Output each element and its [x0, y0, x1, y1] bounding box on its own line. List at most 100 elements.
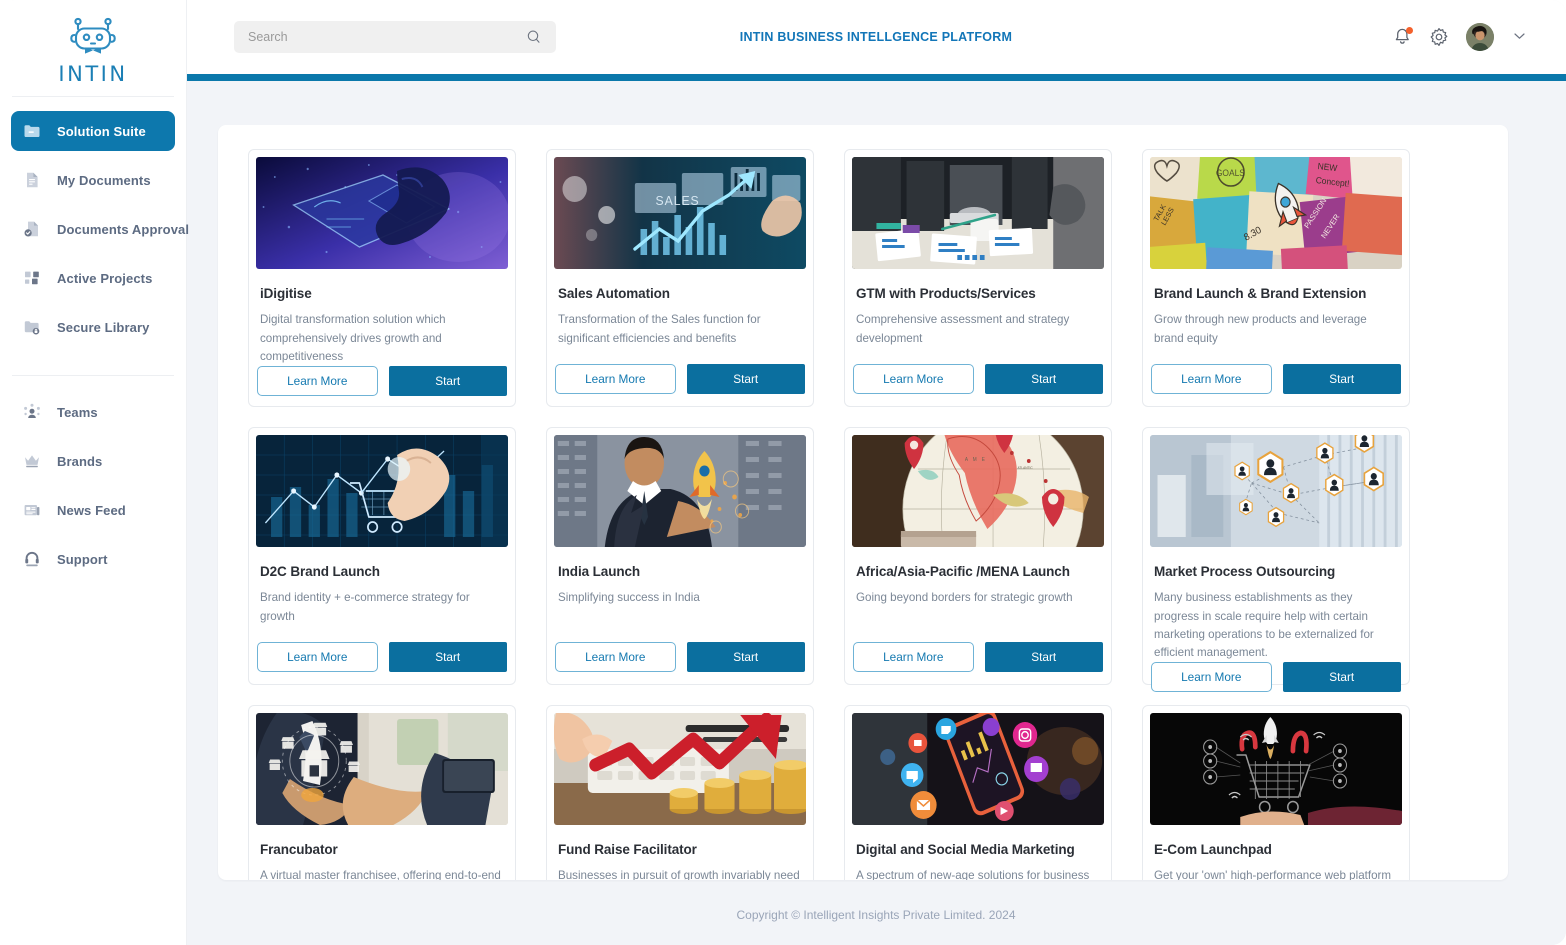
start-button[interactable]: Start — [686, 642, 805, 672]
card-description: Transformation of the Sales function for… — [558, 313, 761, 345]
card-title: Fund Raise Facilitator — [558, 842, 697, 857]
card-description: A virtual master franchisee, offering en… — [260, 869, 501, 880]
sidebar-item-my-documents[interactable]: My Documents — [11, 160, 175, 200]
account-dropdown-button[interactable] — [1513, 28, 1526, 46]
start-button[interactable]: Start — [388, 366, 507, 397]
card-actions: Learn More Start — [256, 642, 508, 684]
card-image-smartphone-social-icons — [852, 713, 1104, 825]
card-title: Africa/Asia-Pacific /MENA Launch — [856, 564, 1070, 579]
avatar[interactable] — [1466, 23, 1494, 51]
sidebar-item-secure-library[interactable]: Secure Library — [11, 307, 175, 347]
card-title: India Launch — [558, 564, 641, 579]
solution-card[interactable]: D2C Brand Launch Brand identity + e-comm… — [248, 427, 516, 685]
sidebar-secondary-nav: Teams Brands News Feed Support — [0, 376, 186, 588]
card-title: iDigitise — [260, 286, 312, 301]
learn-more-button[interactable]: Learn More — [1151, 662, 1272, 693]
top-header: INTIN BUSINESS INTELLGENCE PLATFORM — [186, 0, 1566, 74]
solution-card[interactable]: GOALS NEW Concept! TALK LESS 8.30 PASSIO… — [1142, 149, 1410, 407]
solution-card[interactable]: Francubator A virtual master franchisee,… — [248, 705, 516, 880]
solution-card[interactable]: A M E ATLANTIC Africa/Asia-Pacific /MENA… — [844, 427, 1112, 685]
card-description: Brand identity + e-commerce strategy for… — [260, 591, 470, 623]
solutions-panel: iDigitise Digital transformation solutio… — [218, 125, 1508, 880]
solution-card[interactable]: E-Com Launchpad Get your 'own' high-perf… — [1142, 705, 1410, 880]
start-button[interactable]: Start — [1282, 662, 1401, 693]
card-title: D2C Brand Launch — [260, 564, 380, 579]
headset-icon — [23, 550, 41, 568]
start-button[interactable]: Start — [1282, 364, 1401, 394]
sidebar: INTIN Solution Suite My Documents Docume… — [0, 0, 189, 945]
content-region: iDigitise Digital transformation solutio… — [186, 81, 1566, 945]
sidebar-item-label: Solution Suite — [57, 123, 146, 139]
card-title: Brand Launch & Brand Extension — [1154, 286, 1367, 301]
start-button[interactable]: Start — [388, 642, 507, 672]
sidebar-item-active-projects[interactable]: Active Projects — [11, 258, 175, 298]
sidebar-item-solution-suite[interactable]: Solution Suite — [11, 111, 175, 151]
solution-card[interactable]: GTM with Products/Services Comprehensive… — [844, 149, 1112, 407]
card-actions: Learn More Start — [1150, 364, 1402, 406]
application-window: INTIN Solution Suite My Documents Docume… — [0, 0, 1566, 945]
user-avatar — [1466, 23, 1494, 51]
card-actions: Learn More Start — [852, 364, 1104, 406]
card-actions: Learn More Start — [1150, 662, 1402, 704]
settings-button[interactable] — [1429, 27, 1449, 47]
sidebar-item-news-feed[interactable]: News Feed — [11, 490, 175, 530]
brand-wordmark: INTIN — [58, 61, 128, 86]
main-area: INTIN BUSINESS INTELLGENCE PLATFORM — [186, 0, 1566, 945]
search-icon[interactable] — [526, 29, 542, 45]
learn-more-button[interactable]: Learn More — [555, 642, 676, 672]
solution-card[interactable]: iDigitise Digital transformation solutio… — [248, 149, 516, 407]
card-actions: Learn More Start — [852, 642, 1104, 684]
learn-more-button[interactable]: Learn More — [257, 366, 378, 397]
card-image-shopping-cart-hologram-charts — [256, 435, 508, 547]
card-description: Businesses in pursuit of growth invariab… — [558, 869, 800, 880]
start-button[interactable]: Start — [686, 364, 805, 394]
card-image-people-network-hexagons — [1150, 435, 1402, 547]
scrollbar-gutter[interactable] — [1556, 81, 1566, 945]
robot-head-icon — [65, 17, 121, 64]
card-image-franchise-storefront-hologram — [256, 713, 508, 825]
card-image-globe-with-map-pins: A M E ATLANTIC — [852, 435, 1104, 547]
learn-more-button[interactable]: Learn More — [555, 364, 676, 394]
card-title: Sales Automation — [558, 286, 670, 301]
footer: Copyright © Intelligent Insights Private… — [186, 885, 1566, 945]
folder-icon — [23, 122, 41, 140]
sidebar-item-label: Support — [57, 551, 108, 567]
notification-badge-dot — [1406, 27, 1413, 34]
card-description: Comprehensive assessment and strategy de… — [856, 313, 1070, 345]
solution-card[interactable]: SALES Sales Automation Transformation of… — [546, 149, 814, 407]
search-box[interactable] — [234, 21, 556, 53]
start-button[interactable]: Start — [984, 364, 1103, 394]
svg-text:GOALS: GOALS — [1216, 168, 1245, 178]
card-title: Francubator — [260, 842, 338, 857]
document-icon — [23, 171, 41, 189]
sidebar-item-support[interactable]: Support — [11, 539, 175, 579]
learn-more-button[interactable]: Learn More — [853, 642, 974, 672]
start-button[interactable]: Start — [984, 642, 1103, 672]
people-network-icon — [23, 403, 41, 421]
card-title: GTM with Products/Services — [856, 286, 1036, 301]
grid-squares-icon — [23, 269, 41, 287]
card-title: E-Com Launchpad — [1154, 842, 1272, 857]
learn-more-button[interactable]: Learn More — [257, 642, 378, 672]
solution-card[interactable]: Fund Raise Facilitator Businesses in pur… — [546, 705, 814, 880]
card-image-shopping-cart-rocket-dark — [1150, 713, 1402, 825]
solution-card[interactable]: India Launch Simplifying success in Indi… — [546, 427, 814, 685]
gear-icon — [1430, 28, 1448, 46]
solutions-grid: iDigitise Digital transformation solutio… — [248, 149, 1478, 880]
chevron-down-icon — [1514, 33, 1525, 39]
card-description: Going beyond borders for strategic growt… — [856, 591, 1073, 605]
solution-card[interactable]: Digital and Social Media Marketing A spe… — [844, 705, 1112, 880]
notifications-button[interactable] — [1393, 27, 1413, 47]
sidebar-primary-nav: Solution Suite My Documents Documents Ap… — [0, 97, 189, 356]
sidebar-item-teams[interactable]: Teams — [11, 392, 175, 432]
brand-logo[interactable]: INTIN — [0, 0, 186, 96]
learn-more-button[interactable]: Learn More — [853, 364, 974, 394]
sidebar-item-brands[interactable]: Brands — [11, 441, 175, 481]
card-image-sales-dashboard-growth-arrow: SALES — [554, 157, 806, 269]
sidebar-item-label: Active Projects — [57, 270, 153, 286]
sidebar-item-documents-approval[interactable]: Documents Approval — [11, 209, 189, 249]
header-actions — [1393, 23, 1526, 51]
search-input[interactable] — [248, 30, 526, 44]
solution-card[interactable]: Market Process Outsourcing Many business… — [1142, 427, 1410, 693]
learn-more-button[interactable]: Learn More — [1151, 364, 1272, 394]
